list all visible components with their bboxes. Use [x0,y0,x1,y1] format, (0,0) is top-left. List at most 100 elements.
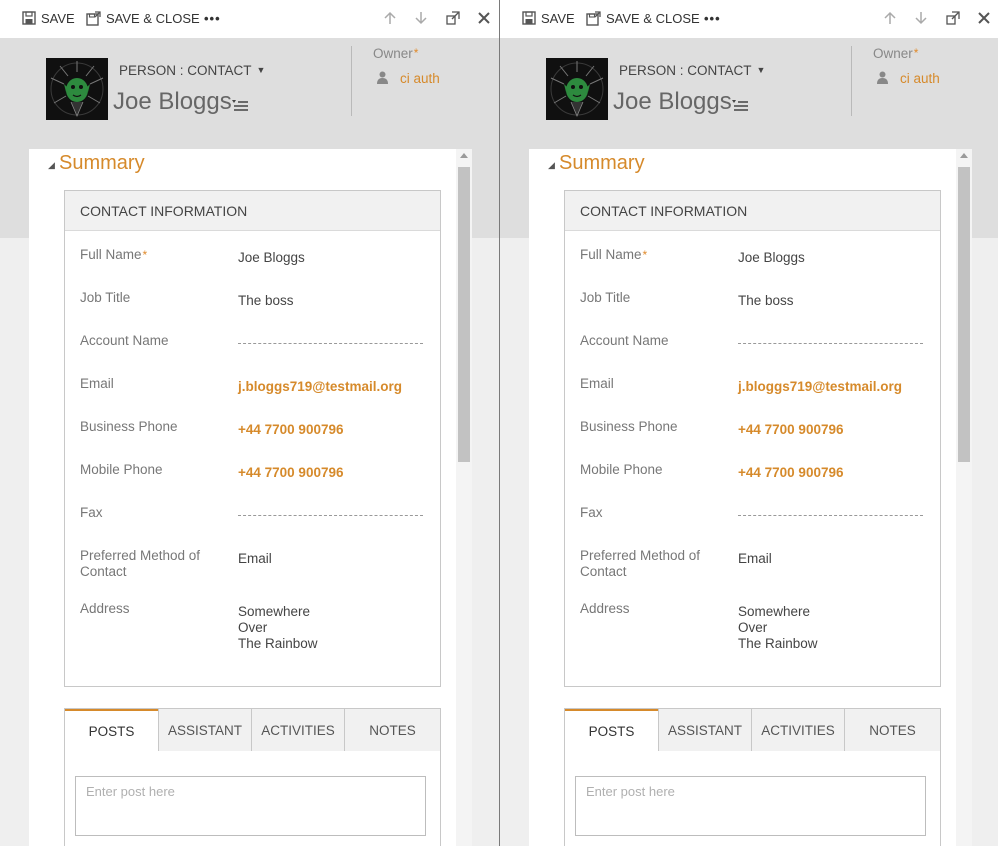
close-button[interactable] [475,9,493,27]
address-line-1: Somewhere [238,604,311,619]
save-and-close-button-label: SAVE & CLOSE [606,10,700,26]
next-record-button[interactable] [412,9,430,27]
list-menu-icon [232,100,248,111]
tab-assistant[interactable]: ASSISTANT [658,709,751,751]
collapse-triangle-icon[interactable]: ◢ [48,160,55,171]
post-input[interactable] [575,776,926,836]
email-label: Email [80,376,114,391]
address-value[interactable]: Somewhere Over The Rainbow [238,604,318,652]
save-icon [22,11,36,25]
contact-avatar-image [546,58,608,120]
owner-label-text: Owner [373,46,413,61]
mobile-phone-value[interactable]: +44 7700 900796 [738,465,843,481]
account-name-value[interactable] [738,343,923,344]
posts-panel [64,750,441,846]
preferred-method-value[interactable]: Email [738,551,772,567]
preferred-method-value[interactable]: Email [238,551,272,567]
save-button-label: SAVE [541,10,575,26]
save-and-close-button[interactable]: SAVE & CLOSE [86,9,200,27]
record-pane-right: SAVE SAVE & CLOSE ••• PERSON: CONTACT ▼… [500,0,998,846]
email-value[interactable]: j.bloggs719@testmail.org [238,379,402,395]
arrow-down-icon [915,12,927,25]
account-name-label: Account Name [580,333,669,348]
pop-out-button[interactable] [444,9,462,27]
save-close-icon [586,10,601,26]
contact-information-section: CONTACT INFORMATION Full Name* Joe Blogg… [64,190,441,687]
form-selector[interactable]: PERSON : CONTACT ▼ [613,58,771,82]
scrollbar-thumb[interactable] [958,167,970,462]
scroll-up-arrow-icon[interactable] [960,153,968,158]
close-button[interactable] [975,9,993,27]
social-pane-tabs: POSTS ASSISTANT ACTIVITIES NOTES [64,708,441,751]
business-phone-value[interactable]: +44 7700 900796 [738,422,843,438]
owner-label: Owner* [373,46,418,61]
form-selector[interactable]: PERSON : CONTACT ▼ [113,58,271,82]
tab-activities[interactable]: ACTIVITIES [751,709,844,751]
tab-posts[interactable]: POSTS [565,709,658,751]
avatar[interactable] [546,58,608,120]
mobile-phone-value[interactable]: +44 7700 900796 [238,465,343,481]
job-title-value[interactable]: The boss [738,293,794,309]
job-title-value[interactable]: The boss [238,293,294,309]
address-label: Address [580,601,630,616]
tab-notes[interactable]: NOTES [344,709,440,751]
next-record-button[interactable] [912,9,930,27]
more-commands-button[interactable]: ••• [704,9,721,27]
command-bar: SAVE SAVE & CLOSE ••• [0,0,499,38]
summary-tab-title[interactable]: Summary [559,152,645,175]
record-pane-left: SAVE SAVE & CLOSE ••• PERSON: CONTACT ▼… [0,0,499,846]
tab-posts[interactable]: POSTS [65,709,158,751]
save-and-close-button[interactable]: SAVE & CLOSE [586,9,700,27]
form-content: ◢ Summary CONTACT INFORMATION Full Name*… [529,149,956,846]
form-selector-label: PERSON : CONTACT [119,62,252,78]
tab-activities[interactable]: ACTIVITIES [251,709,344,751]
email-value[interactable]: j.bloggs719@testmail.org [738,379,902,395]
address-value[interactable]: Somewhere Over The Rainbow [738,604,818,652]
pop-out-button[interactable] [944,9,962,27]
summary-tab-title[interactable]: Summary [59,152,145,175]
chevron-down-icon: ▼ [256,65,266,75]
full-name-label-text: Full Name [80,247,142,262]
account-name-label: Account Name [80,333,169,348]
arrow-up-icon [884,11,896,24]
full-name-value[interactable]: Joe Bloggs [738,250,805,266]
record-menu-button[interactable] [231,98,249,117]
save-button[interactable]: SAVE [22,9,75,27]
required-indicator: * [413,46,419,60]
business-phone-label: Business Phone [580,419,678,434]
posts-panel [564,750,941,846]
full-name-label-text: Full Name [580,247,642,262]
owner-link[interactable]: ci auth [900,71,940,86]
scroll-up-arrow-icon[interactable] [460,153,468,158]
section-header: CONTACT INFORMATION [65,191,440,231]
save-button[interactable]: SAVE [522,9,575,27]
scrollbar-thumb[interactable] [458,167,470,462]
previous-record-button[interactable] [381,9,399,27]
business-phone-value[interactable]: +44 7700 900796 [238,422,343,438]
record-name: Joe Bloggs [613,88,732,115]
address-line-2: Over [738,620,768,635]
account-name-value[interactable] [238,343,423,344]
previous-record-button[interactable] [881,9,899,27]
address-line-2: Over [238,620,268,635]
collapse-triangle-icon[interactable]: ◢ [548,160,555,171]
more-commands-button[interactable]: ••• [204,9,221,27]
required-indicator: * [642,248,648,262]
owner-link[interactable]: ci auth [400,71,440,86]
pop-out-icon [946,11,960,25]
tab-notes[interactable]: NOTES [844,709,940,751]
full-name-value[interactable]: Joe Bloggs [238,250,305,266]
tab-assistant[interactable]: ASSISTANT [158,709,251,751]
vertical-scrollbar[interactable] [456,149,472,846]
fax-value[interactable] [238,515,423,516]
fax-value[interactable] [738,515,923,516]
vertical-scrollbar[interactable] [956,149,972,846]
record-menu-button[interactable] [731,98,749,117]
form-selector-label: PERSON : CONTACT [619,62,752,78]
user-icon [377,71,388,89]
pop-out-icon [446,11,460,25]
post-input[interactable] [75,776,426,836]
contact-information-section: CONTACT INFORMATION Full Name* Joe Blogg… [564,190,941,687]
avatar[interactable] [46,58,108,120]
address-label: Address [80,601,130,616]
